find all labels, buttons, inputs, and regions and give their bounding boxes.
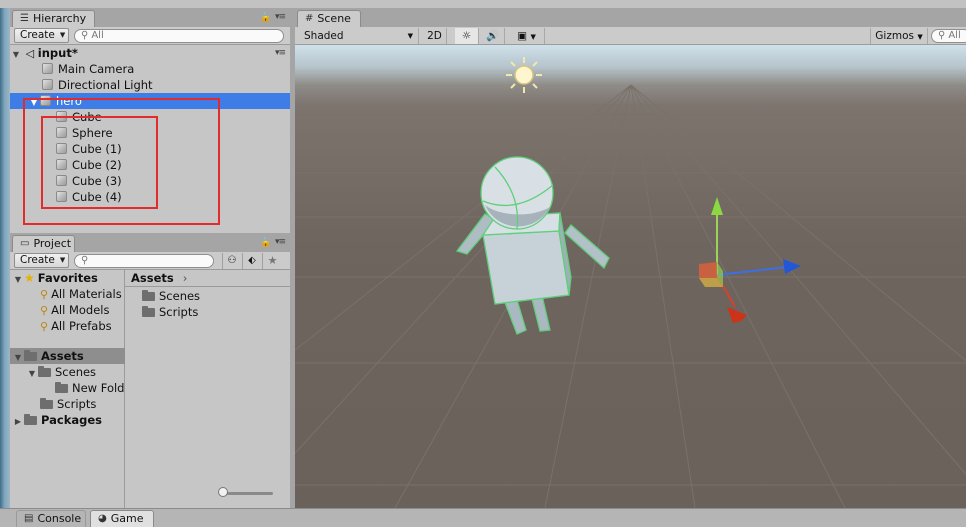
shading-mode-dropdown[interactable]: Shaded ▼ [295,28,419,44]
scene-menu-icon[interactable]: ▾≡ [275,45,286,61]
tree-scripts[interactable]: Scripts [40,396,96,412]
hierarchy-item[interactable]: Main Camera [10,61,290,77]
tree-favorites[interactable]: ▼ ★ Favorites [12,270,98,286]
expand-arrow-icon[interactable]: ▼ [12,272,24,288]
tree-all-prefabs[interactable]: ⚲ All Prefabs [40,318,112,334]
search-icon: ⚲ [81,255,89,266]
hierarchy-create-button[interactable]: Create ▼ [14,28,69,43]
star-icon: ★ [24,271,35,285]
scene-root-row[interactable]: ▼ ◁ input* ▾≡ [10,45,290,61]
tree-packages[interactable]: ▶ Packages [12,412,102,428]
folder-icon [55,382,68,393]
tab-project[interactable]: ▭ Project [12,235,75,252]
folder-icon [38,366,51,377]
project-tabbar: ▭ Project 🔒 ▾≡ [10,233,290,252]
tree-assets[interactable]: ▼ Assets [10,348,125,364]
project-search-input[interactable]: ⚲ [74,254,214,268]
scene-panel: # Scene Shaded ▼ 2D ☼ 🔊 ▣ ▼ Gizmos ▼ ⚲ A… [295,8,966,508]
audio-toggle-icon[interactable]: 🔊 [481,28,505,44]
collapse-arrow-icon[interactable]: ▶ [12,414,24,430]
folder-icon [142,290,155,301]
scene-render [295,57,966,508]
search-icon: ⚲ [938,30,946,41]
scene-toolbar: Shaded ▼ 2D ☼ 🔊 ▣ ▼ Gizmos ▼ ⚲ All [295,27,966,45]
expand-arrow-icon[interactable]: ▼ [26,366,38,382]
transform-gizmo[interactable] [699,197,801,323]
search-filter-icon: ⚲ [40,320,49,333]
asset-item[interactable]: Scripts [142,304,198,320]
dropdown-caret-icon: ▼ [59,256,66,264]
project-contents: Assets › Scenes Scripts [125,270,290,508]
hierarchy-tree: ▼ ◁ input* ▾≡ Main Camera Directional Li… [10,45,290,238]
dropdown-caret-icon: ▼ [59,31,66,39]
directional-light-icon[interactable] [506,57,542,93]
tree-new-folder[interactable]: New Fold [55,380,124,396]
lock-icon[interactable]: 🔒 [260,13,271,23]
tree-scenes[interactable]: ▼ Scenes [26,364,96,380]
tree-all-models[interactable]: ⚲ All Models [40,302,110,318]
gameobject-icon [42,79,53,90]
expand-arrow-icon[interactable]: ▼ [12,350,24,366]
gizmos-dropdown[interactable]: Gizmos ▼ [870,28,928,44]
tab-scene[interactable]: # Scene [297,10,361,27]
scene-tabbar: # Scene [295,8,966,27]
search-by-type-icon[interactable]: ⚇ [222,253,241,269]
gamepad-icon: ◕ [98,513,107,524]
project-toolbar: Create ▼ ⚲ ⚇ ⬖ ★ [10,252,290,270]
top-strip [0,0,966,8]
dropdown-caret-icon: ▼ [407,32,413,40]
bottom-tabbar: ▤ Console ◕ Game [0,508,966,527]
tree-all-materials[interactable]: ⚲ All Materials [40,286,122,302]
scene-viewport[interactable] [295,45,966,508]
folder-icon [24,350,37,361]
icon-size-slider-handle[interactable] [218,487,228,497]
search-by-label-icon[interactable]: ⬖ [242,253,261,269]
folder-icon [24,414,37,425]
unity-logo-icon: ◁ [25,47,35,60]
gameobject-icon [42,63,53,74]
hierarchy-panel: ☰ Hierarchy 🔒 ▾≡ Create ▼ ⚲ All ▼ ◁ inpu… [10,8,290,238]
desktop-edge [0,8,10,508]
hierarchy-toolbar: Create ▼ ⚲ All [10,27,290,45]
effects-dropdown-icon[interactable]: ▣ ▼ [509,28,545,44]
hierarchy-tabbar: ☰ Hierarchy 🔒 ▾≡ [10,8,290,27]
lock-icon[interactable]: 🔒 [260,238,271,248]
project-panel: ▭ Project 🔒 ▾≡ Create ▼ ⚲ ⚇ ⬖ ★ ▼ ★ Favori… [10,233,290,508]
folder-tab-icon: ▭ [20,238,30,249]
hierarchy-search-input[interactable]: ⚲ All [74,29,284,43]
panel-menu-icon[interactable]: ▾≡ [275,12,286,22]
hierarchy-item[interactable]: Directional Light [10,77,290,93]
breadcrumb-assets[interactable]: Assets [131,271,174,285]
console-icon: ▤ [24,513,34,524]
annotation-box-inner [41,116,158,209]
tab-console[interactable]: ▤ Console [16,510,86,527]
asset-item[interactable]: Scenes [142,288,200,304]
grid-icon: # [305,13,314,24]
tab-hierarchy[interactable]: ☰ Hierarchy [12,10,95,27]
search-icon: ⚲ [81,30,89,41]
folder-icon [142,306,155,317]
favorite-star-icon[interactable]: ★ [262,253,282,269]
icon-size-slider[interactable] [221,492,273,495]
tab-game[interactable]: ◕ Game [90,510,154,527]
panel-menu-icon[interactable]: ▾≡ [275,237,286,247]
project-folder-tree: ▼ ★ Favorites ⚲ All Materials ⚲ All Models ⚲… [10,270,125,508]
breadcrumb-chevron-icon: › [182,271,188,285]
ground-grid [295,84,966,508]
list-icon: ☰ [20,13,29,24]
lighting-toggle-icon[interactable]: ☼ [455,28,479,44]
search-filter-icon: ⚲ [40,304,49,317]
project-create-button[interactable]: Create ▼ [14,253,69,268]
search-filter-icon: ⚲ [40,288,49,301]
folder-icon [40,398,53,409]
scene-search-input[interactable]: ⚲ All [931,29,966,43]
toggle-2d-button[interactable]: 2D [423,28,447,44]
breadcrumb: Assets › [125,270,290,287]
